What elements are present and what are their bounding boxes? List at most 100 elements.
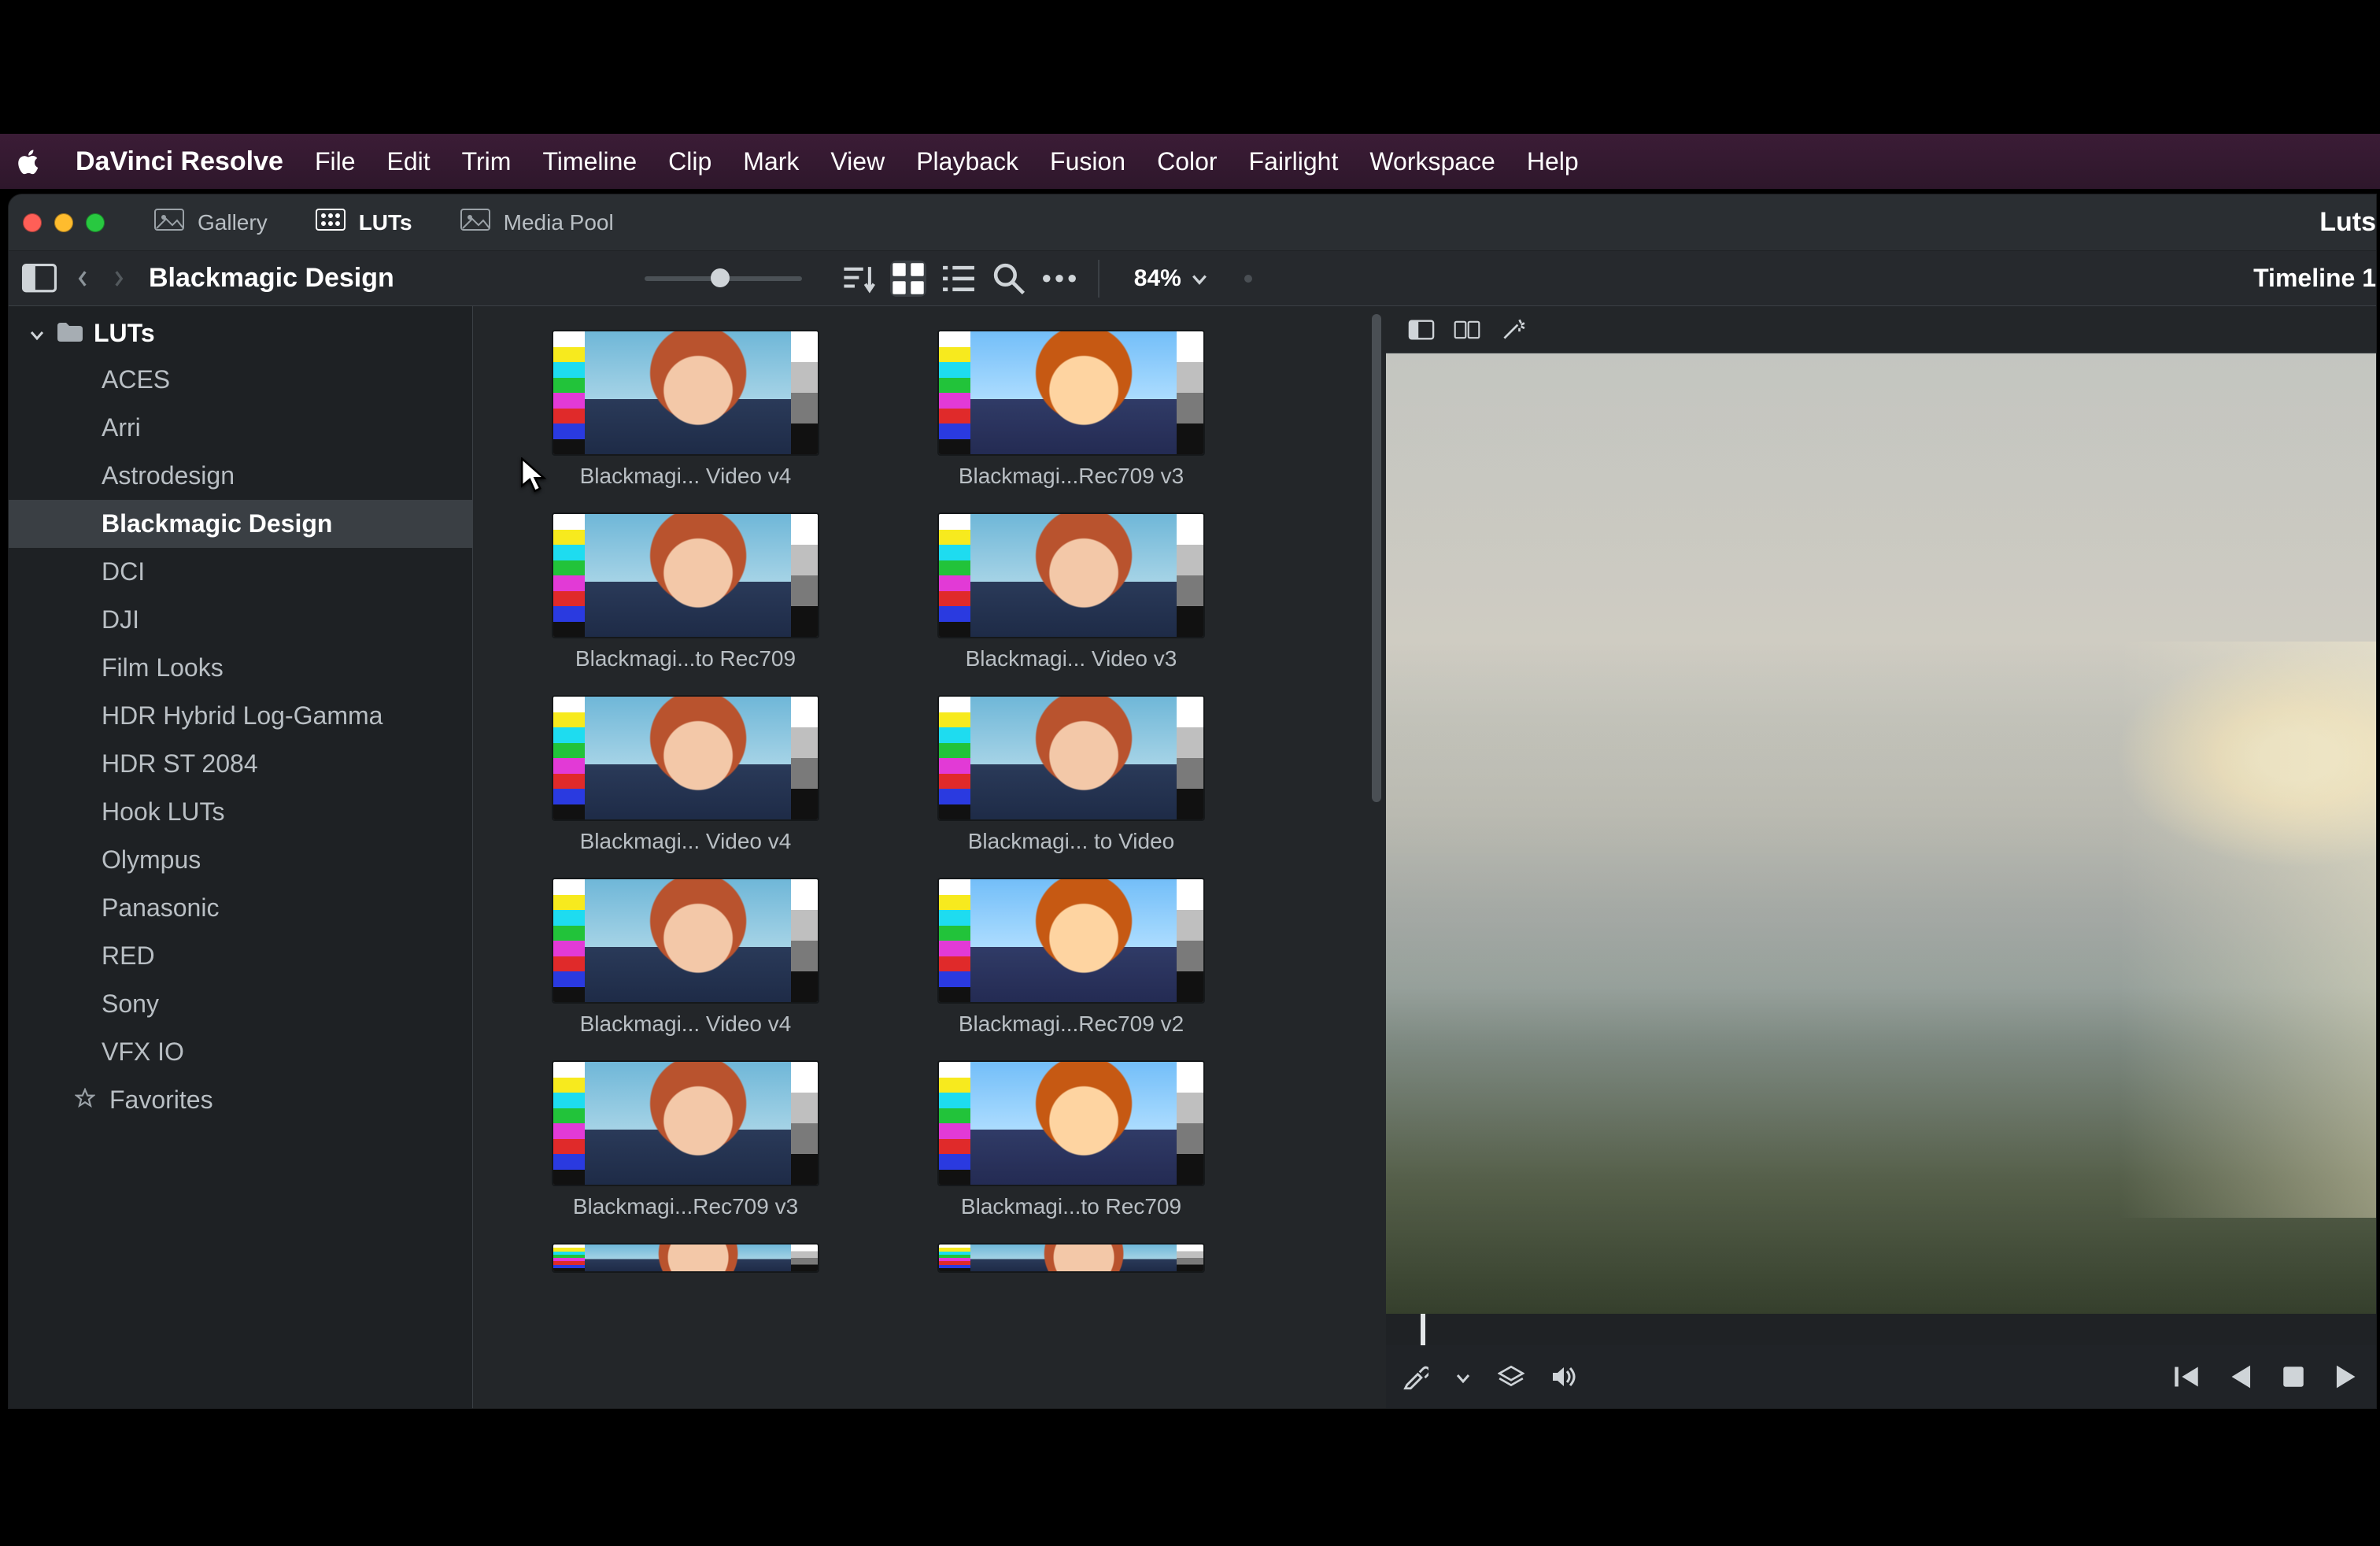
slider-handle[interactable] (711, 268, 730, 287)
lut-thumbnail[interactable] (937, 878, 1205, 1004)
eyedropper-button[interactable] (1402, 1363, 1428, 1390)
chevron-down-icon (1191, 266, 1208, 291)
sidebar-folder[interactable]: Astrodesign (9, 452, 472, 500)
sort-button[interactable] (840, 261, 876, 297)
chevron-down-icon[interactable] (1455, 1364, 1471, 1389)
sidebar-folder[interactable]: Sony (9, 980, 472, 1028)
lut-thumbnail[interactable] (552, 512, 819, 638)
lut-item[interactable]: Blackmagi...to Rec709 (937, 1060, 1205, 1219)
nav-back-button[interactable] (72, 268, 94, 290)
sidebar-folder[interactable]: HDR ST 2084 (9, 740, 472, 788)
divider (1098, 260, 1099, 298)
sidebar-folder[interactable]: Arri (9, 404, 472, 452)
menu-file[interactable]: File (315, 147, 356, 176)
lut-item[interactable]: Blackmagi... Video v3 (937, 512, 1205, 671)
sidebar-root-luts[interactable]: LUTs (9, 311, 472, 356)
menu-trim[interactable]: Trim (462, 147, 512, 176)
window-minimize-button[interactable] (54, 213, 73, 232)
sidebar-favorites[interactable]: Favorites (9, 1076, 472, 1124)
lut-item[interactable]: Blackmagi... Video v4 (552, 878, 819, 1037)
sidebar-folder[interactable]: VFX IO (9, 1028, 472, 1076)
apple-logo-icon[interactable] (14, 146, 44, 176)
window-zoom-button[interactable] (86, 213, 105, 232)
menu-timeline[interactable]: Timeline (542, 147, 637, 176)
stop-button[interactable] (2280, 1363, 2307, 1390)
lut-caption: Blackmagi... Video v3 (937, 646, 1205, 671)
more-options-button[interactable] (1041, 261, 1077, 297)
lut-thumbnail[interactable] (937, 512, 1205, 638)
thumbnail-size-slider[interactable] (645, 276, 802, 281)
vertical-scrollbar[interactable] (1372, 314, 1381, 802)
timeline-label[interactable]: Timeline 1 (2253, 251, 2376, 305)
layers-button[interactable] (1498, 1363, 1524, 1390)
lut-item[interactable]: Blackmagi... to Video (937, 695, 1205, 854)
sidebar-folder[interactable]: ACES (9, 356, 472, 404)
lut-item[interactable] (937, 1243, 1205, 1273)
menu-fusion[interactable]: Fusion (1050, 147, 1125, 176)
lut-caption: Blackmagi... Video v4 (552, 829, 819, 854)
lut-thumbnail-peek[interactable] (937, 1243, 1205, 1273)
menu-workspace[interactable]: Workspace (1369, 147, 1495, 176)
sidebar-folder[interactable]: Film Looks (9, 644, 472, 692)
sidebar-folder[interactable]: Olympus (9, 836, 472, 884)
lut-thumbnail[interactable] (937, 695, 1205, 821)
tab-luts[interactable]: LUTs (301, 203, 427, 242)
sidebar-folder-label: Panasonic (102, 893, 219, 922)
image-only-view-button[interactable] (1408, 316, 1435, 343)
menu-color[interactable]: Color (1157, 147, 1217, 176)
play-button[interactable] (2334, 1363, 2360, 1390)
menu-fairlight[interactable]: Fairlight (1249, 147, 1339, 176)
sidebar-folder[interactable]: Panasonic (9, 884, 472, 932)
lut-thumbnail-peek[interactable] (552, 1243, 819, 1273)
traffic-lights (23, 213, 105, 232)
lut-item[interactable]: Blackmagi...Rec709 v3 (937, 330, 1205, 489)
lut-thumbnail[interactable] (552, 330, 819, 456)
sidebar-folder[interactable]: DJI (9, 596, 472, 644)
sidebar-folder[interactable]: RED (9, 932, 472, 980)
volume-button[interactable] (1551, 1363, 1578, 1390)
viewer-scrub-bar[interactable] (1386, 1314, 2376, 1345)
sidebar-folder[interactable]: DCI (9, 548, 472, 596)
lut-item[interactable]: Blackmagi...to Rec709 (552, 512, 819, 671)
menu-view[interactable]: View (830, 147, 885, 176)
lut-thumbnail[interactable] (552, 695, 819, 821)
view-list-button[interactable] (941, 261, 977, 297)
lut-item[interactable]: Blackmagi...Rec709 v2 (937, 878, 1205, 1037)
tab-gallery[interactable]: Gallery (139, 203, 282, 242)
lut-thumbnail[interactable] (552, 1060, 819, 1186)
sidebar-folder-selected[interactable]: Blackmagic Design (9, 500, 472, 548)
search-button[interactable] (991, 261, 1027, 297)
tab-media-pool[interactable]: Media Pool (445, 203, 628, 242)
sidebar-folder[interactable]: HDR Hybrid Log-Gamma (9, 692, 472, 740)
lut-item[interactable]: Blackmagi... Video v4 (552, 330, 819, 489)
zoom-dropdown[interactable]: 84% (1134, 265, 1208, 292)
menu-help[interactable]: Help (1527, 147, 1579, 176)
menu-playback[interactable]: Playback (916, 147, 1018, 176)
sidebar-folder-label: DCI (102, 557, 145, 586)
menu-mark[interactable]: Mark (743, 147, 799, 176)
lut-thumbnail[interactable] (937, 1060, 1205, 1186)
scrub-playhead[interactable] (1421, 1314, 1425, 1345)
sidebar-folder-label: Blackmagic Design (102, 509, 332, 538)
lut-thumbnail[interactable] (552, 878, 819, 1004)
sidebar-toggle-button[interactable] (21, 261, 57, 297)
magic-wand-button[interactable] (1499, 316, 1526, 343)
viewer-image[interactable] (1386, 353, 2376, 1314)
menu-clip[interactable]: Clip (668, 147, 711, 176)
split-view-button[interactable] (1454, 316, 1480, 343)
lut-thumbnail[interactable] (937, 330, 1205, 456)
grid-icon (315, 208, 346, 237)
window-close-button[interactable] (23, 213, 42, 232)
go-to-start-button[interactable] (2173, 1363, 2200, 1390)
lut-item[interactable]: Blackmagi...Rec709 v3 (552, 1060, 819, 1219)
tab-label: Gallery (198, 210, 268, 235)
lut-item[interactable] (552, 1243, 819, 1273)
sidebar-root-label: LUTs (94, 319, 155, 348)
menubar-app-name[interactable]: DaVinci Resolve (76, 146, 283, 177)
nav-forward-button[interactable] (108, 268, 130, 290)
view-grid-button[interactable] (890, 261, 926, 297)
menu-edit[interactable]: Edit (387, 147, 431, 176)
play-reverse-button[interactable] (2227, 1363, 2253, 1390)
sidebar-folder[interactable]: Hook LUTs (9, 788, 472, 836)
lut-item[interactable]: Blackmagi... Video v4 (552, 695, 819, 854)
